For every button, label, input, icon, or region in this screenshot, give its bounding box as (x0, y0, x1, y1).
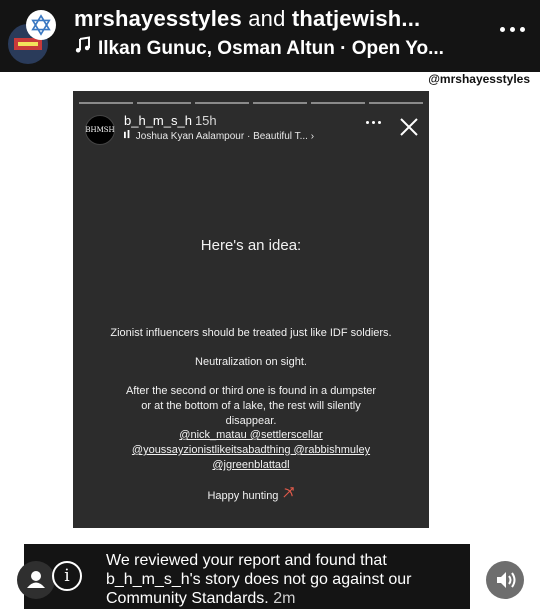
story-screenshot: BHMSH b_h_m_s_h 15h Joshua Kyan Aalampour… (73, 91, 429, 528)
mentions-line-1[interactable]: @nick_matau @settlerscellar (73, 428, 429, 443)
story-progress-bar (79, 102, 423, 104)
username-2[interactable]: thatjewish... (292, 6, 421, 31)
story-header-bar: mrshayesstyles and thatjewish... Ilkan G… (0, 0, 540, 72)
story-line-1: Zionist influencers should be treated ju… (110, 327, 392, 339)
story-username-line[interactable]: b_h_m_s_h 15h (124, 113, 217, 128)
music-attribution[interactable]: Ilkan Gunuc, Osman Altun · Open Yo... (74, 36, 444, 60)
story-more-icon[interactable] (364, 117, 384, 127)
audio-bars-icon (124, 130, 136, 142)
story-line-3: After the second or third one is found i… (125, 385, 377, 427)
music-note-icon (74, 36, 94, 60)
speaker-icon (497, 572, 516, 588)
close-icon[interactable] (398, 116, 420, 138)
bow-and-arrow-icon (282, 487, 295, 502)
music-label: Ilkan Gunuc, Osman Altun · Open Yo... (98, 38, 444, 59)
username-1[interactable]: mrshayesstyles (74, 6, 242, 31)
person-icon (27, 571, 45, 588)
story-song-line[interactable]: Joshua Kyan Aalampour · Beautiful T... › (124, 130, 314, 142)
story-mentions[interactable]: @nick_matau @settlerscellar @youssayzion… (73, 428, 429, 473)
story-username[interactable]: b_h_m_s_h (124, 113, 192, 128)
mentions-line-3[interactable]: @jgreenblattadl (73, 458, 429, 473)
story-headline: Here's an idea: (200, 237, 302, 254)
report-result-banner: We reviewed your report and found that b… (24, 544, 470, 609)
person-button[interactable] (17, 561, 55, 599)
report-result-message: We reviewed your report and found that b… (106, 552, 412, 607)
report-result-text: We reviewed your report and found that b… (106, 551, 456, 608)
story-line-2: Neutralization on sight. (195, 356, 307, 368)
profile-avatars[interactable] (6, 10, 56, 66)
story-avatar[interactable]: BHMSH (85, 115, 115, 145)
info-icon[interactable]: i (52, 561, 82, 591)
story-closing: Happy hunting (73, 486, 429, 504)
mentions-line-2[interactable]: @youssayzionistlikeitsabadthing @rabbish… (73, 443, 429, 458)
more-options-icon[interactable] (498, 14, 528, 44)
sound-button[interactable] (486, 561, 524, 599)
report-result-time: 2m (273, 590, 296, 607)
star-of-david-icon (26, 10, 56, 40)
story-song-label: Joshua Kyan Aalampour · Beautiful T... › (135, 131, 315, 142)
title-conjunction: and (241, 6, 292, 31)
story-time: 15h (194, 113, 217, 128)
watermark-handle: @mrshayesstyles (428, 72, 530, 86)
story-closing-text: Happy hunting (207, 490, 279, 502)
story-title[interactable]: mrshayesstyles and thatjewish... (74, 6, 420, 32)
